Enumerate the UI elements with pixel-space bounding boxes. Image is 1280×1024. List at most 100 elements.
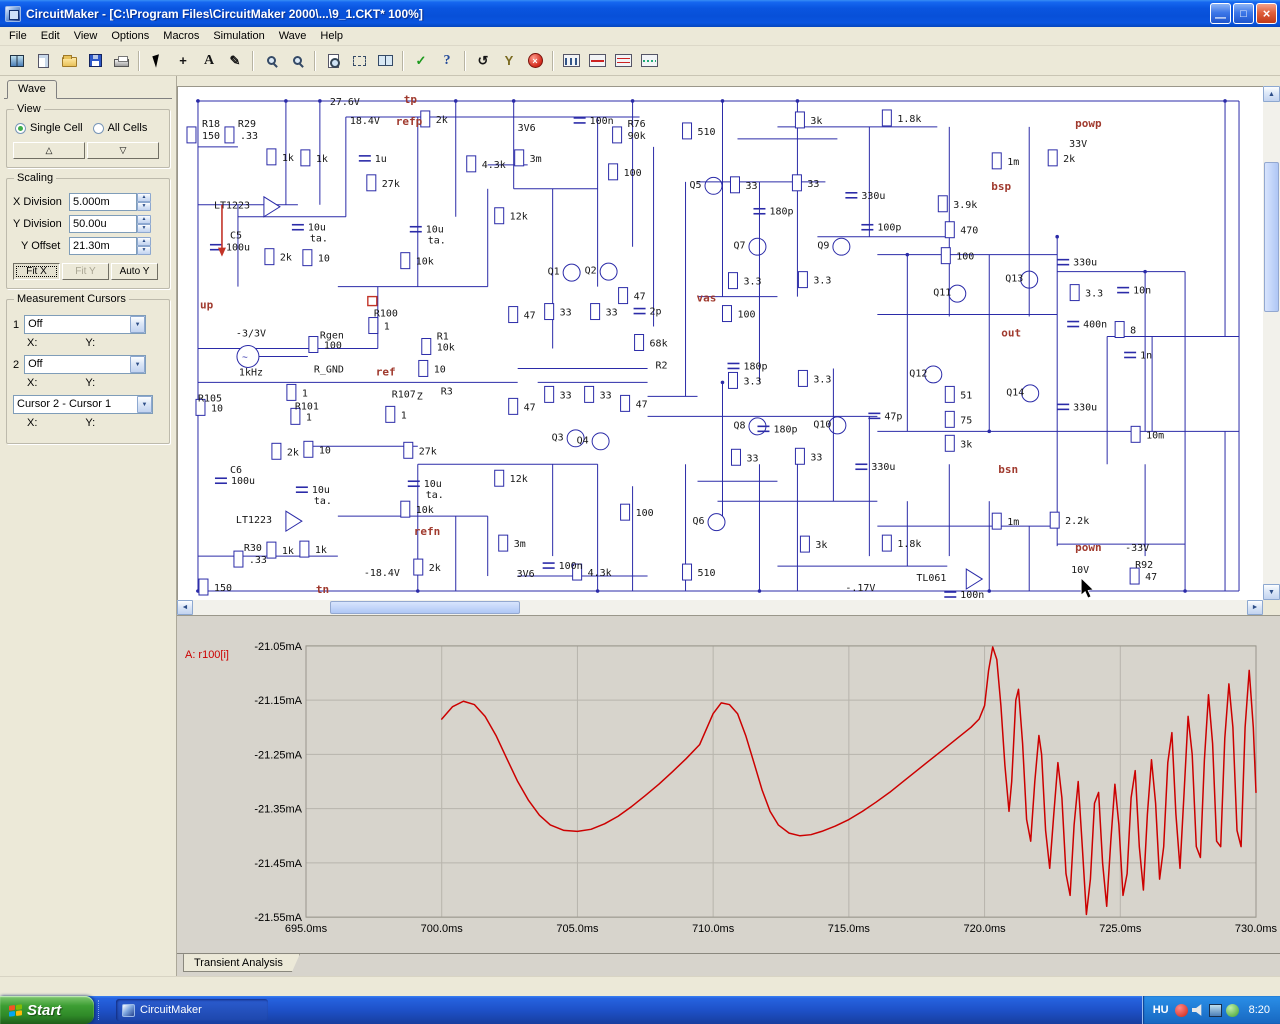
analysis-display-icon[interactable] bbox=[637, 49, 661, 72]
svg-text:695.0ms: 695.0ms bbox=[285, 923, 328, 935]
svg-text:1m: 1m bbox=[1007, 157, 1019, 168]
schematic-labels: 27.6V tpR18150R29.3318.4V refp 2k1k 1k 1u27kL… bbox=[198, 93, 1164, 600]
help-icon[interactable]: ? bbox=[435, 49, 459, 72]
scroll-left-arrow-icon[interactable]: ◄ bbox=[177, 600, 193, 615]
scroll-down-arrow-icon[interactable]: ▼ bbox=[1263, 584, 1280, 600]
previous-cell-button[interactable]: △ bbox=[13, 142, 85, 159]
language-indicator[interactable]: HU bbox=[1153, 1004, 1169, 1016]
add-part-icon[interactable]: + bbox=[171, 49, 195, 72]
y-offset-spin-down[interactable]: ▼ bbox=[137, 246, 151, 255]
probe-tool-icon[interactable]: Y bbox=[497, 49, 521, 72]
menu-item-file[interactable]: File bbox=[2, 28, 34, 45]
auto-y-button[interactable]: Auto Y bbox=[111, 263, 158, 280]
digital-display-icon[interactable] bbox=[559, 49, 583, 72]
tab-wave[interactable]: Wave bbox=[7, 80, 57, 99]
radio-single-cell[interactable] bbox=[15, 122, 26, 134]
maximize-button[interactable]: □ bbox=[1233, 3, 1254, 24]
svg-text:47: 47 bbox=[1145, 572, 1157, 583]
svg-text:3.3: 3.3 bbox=[1085, 289, 1103, 300]
y-division-spin-up[interactable]: ▲ bbox=[137, 215, 151, 224]
svg-text:33: 33 bbox=[807, 179, 819, 190]
vertical-scroll-thumb[interactable] bbox=[1264, 162, 1279, 312]
start-button[interactable]: Start bbox=[0, 996, 94, 1024]
cursor1-dropdown-arrow-icon[interactable]: ▼ bbox=[130, 316, 146, 333]
svg-text:-21.45mA: -21.45mA bbox=[254, 858, 302, 870]
schematic-vertical-scrollbar[interactable]: ▲ ▼ bbox=[1263, 86, 1280, 600]
titlebar[interactable]: CircuitMaker - [C:\Program Files\Circuit… bbox=[0, 0, 1280, 27]
waveform-display-icon[interactable] bbox=[585, 49, 609, 72]
cursor-diff-select[interactable]: Cursor 2 - Cursor 1 ▼ bbox=[13, 395, 153, 414]
radio-all-cells[interactable] bbox=[92, 122, 104, 134]
security-icon[interactable] bbox=[1174, 1003, 1188, 1017]
waveform-plot[interactable]: -21.05mA -21.15mA -21.25mA -21.35mA -21.45mA… bbox=[177, 616, 1280, 954]
simulation-check-icon[interactable]: ✓ bbox=[409, 49, 433, 72]
text-tool-icon[interactable]: A bbox=[197, 49, 221, 72]
close-button[interactable]: × bbox=[1256, 3, 1277, 24]
cursor2-select[interactable]: Off ▼ bbox=[24, 355, 147, 374]
volume-icon[interactable] bbox=[1191, 1004, 1202, 1016]
schematic-canvas[interactable]: ~27.6V tp R18 150 R29.33 18.4V refp 2k 1k 1k 1u 27k… bbox=[177, 86, 1263, 600]
svg-text:10u: 10u bbox=[308, 223, 326, 234]
save-icon[interactable] bbox=[83, 49, 107, 72]
svg-text:Q6: Q6 bbox=[693, 516, 705, 527]
svg-text:100u: 100u bbox=[226, 243, 250, 254]
svg-text:Q10: Q10 bbox=[813, 419, 831, 430]
clock: 8:20 bbox=[1248, 1004, 1270, 1016]
menu-item-simulation[interactable]: Simulation bbox=[206, 28, 271, 45]
x-division-spin-up[interactable]: ▲ bbox=[137, 193, 151, 202]
new-file-icon[interactable] bbox=[31, 49, 55, 72]
svg-text:R18: R18 bbox=[202, 119, 220, 130]
schematic-horizontal-scrollbar[interactable]: ◄ ► bbox=[177, 600, 1263, 615]
zoom-area-icon[interactable] bbox=[347, 49, 371, 72]
svg-text:refp: refp bbox=[396, 115, 423, 128]
taskbar-task-circuitmaker[interactable]: CircuitMaker bbox=[116, 999, 268, 1021]
zoom-tool-icon[interactable] bbox=[259, 49, 283, 72]
menu-item-view[interactable]: View bbox=[67, 28, 105, 45]
y-division-input[interactable] bbox=[69, 215, 137, 233]
wire-tool-icon[interactable]: ✎ bbox=[223, 49, 247, 72]
menu-item-wave[interactable]: Wave bbox=[272, 28, 314, 45]
y-offset-spin-up[interactable]: ▲ bbox=[137, 237, 151, 246]
stop-icon[interactable]: × bbox=[523, 49, 547, 72]
reset-icon[interactable]: ↺ bbox=[471, 49, 495, 72]
y-division-spin-down[interactable]: ▼ bbox=[137, 224, 151, 233]
menu-item-help[interactable]: Help bbox=[313, 28, 350, 45]
scroll-right-arrow-icon[interactable]: ► bbox=[1247, 600, 1263, 615]
tab-transient-analysis[interactable]: Transient Analysis bbox=[183, 954, 300, 972]
minimize-button[interactable]: — bbox=[1210, 3, 1231, 24]
cursors-group-caption: Measurement Cursors bbox=[14, 293, 129, 305]
cursor-diff-dropdown-arrow-icon[interactable]: ▼ bbox=[137, 396, 152, 413]
library-icon[interactable] bbox=[5, 49, 29, 72]
horizontal-scroll-thumb[interactable] bbox=[330, 601, 520, 614]
network-icon[interactable] bbox=[1208, 1003, 1222, 1017]
scroll-up-arrow-icon[interactable]: ▲ bbox=[1263, 86, 1280, 102]
next-cell-button[interactable]: ▽ bbox=[87, 142, 159, 159]
radio-label-0[interactable]: Single Cell bbox=[30, 122, 83, 134]
fit-page-icon[interactable] bbox=[321, 49, 345, 72]
fit-x-button[interactable]: Fit X bbox=[13, 263, 60, 280]
window-title: CircuitMaker - [C:\Program Files\Circuit… bbox=[26, 6, 423, 21]
menu-item-edit[interactable]: Edit bbox=[34, 28, 67, 45]
print-icon[interactable] bbox=[109, 49, 133, 72]
scope-display-icon[interactable] bbox=[611, 49, 635, 72]
x-division-input[interactable] bbox=[69, 193, 137, 211]
messenger-icon[interactable] bbox=[1225, 1003, 1239, 1017]
split-view-icon[interactable] bbox=[373, 49, 397, 72]
svg-text:Q5: Q5 bbox=[690, 180, 702, 191]
x-division-spin-down[interactable]: ▼ bbox=[137, 202, 151, 211]
toolbar-separator bbox=[252, 50, 254, 71]
svg-text:~: ~ bbox=[242, 352, 248, 363]
open-file-icon[interactable] bbox=[57, 49, 81, 72]
menu-item-options[interactable]: Options bbox=[104, 28, 156, 45]
svg-text:pown: pown bbox=[1075, 541, 1101, 554]
radio-label-1[interactable]: All Cells bbox=[108, 122, 148, 134]
cursor2-dropdown-arrow-icon[interactable]: ▼ bbox=[130, 356, 146, 373]
cursor1-select[interactable]: Off ▼ bbox=[24, 315, 147, 334]
cursor-tool-icon[interactable] bbox=[145, 49, 169, 72]
y-offset-input[interactable] bbox=[69, 237, 137, 255]
zoom-window-icon[interactable] bbox=[285, 49, 309, 72]
scaling-group-caption: Scaling bbox=[14, 172, 57, 184]
wave-sidebar: Wave View Single Cell All Cells △ ▽ Scali… bbox=[0, 76, 177, 976]
y-division-label: Y Division bbox=[13, 218, 62, 230]
menu-item-macros[interactable]: Macros bbox=[156, 28, 206, 45]
